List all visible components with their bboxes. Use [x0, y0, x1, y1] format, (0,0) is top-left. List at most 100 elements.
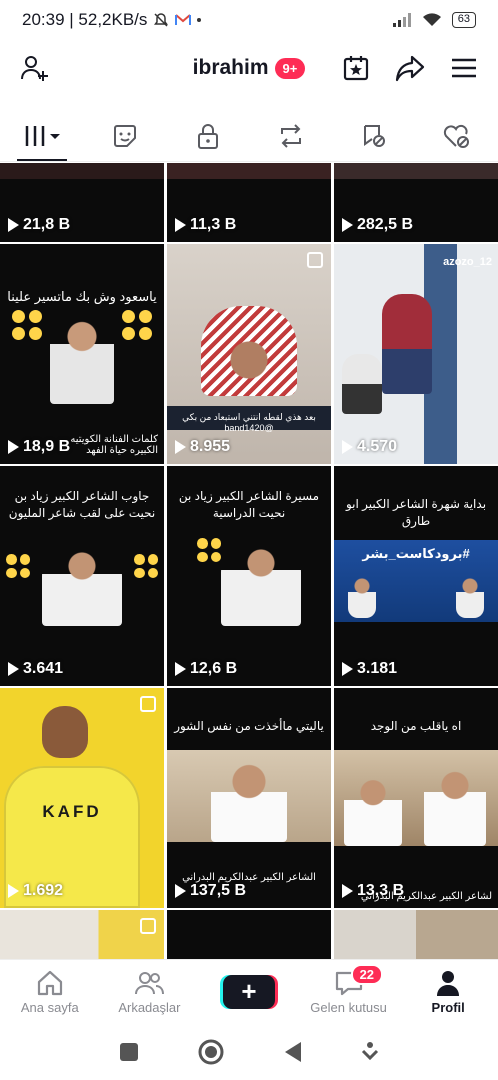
calendar-star-icon [343, 56, 369, 81]
view-count: 11,3 B [175, 216, 236, 234]
stage-lights [12, 310, 42, 340]
video-tile[interactable]: بعد هذي لقطه انتني استبعاد من بكي @band1… [167, 244, 331, 464]
person-figure [348, 578, 376, 618]
video-tile[interactable] [0, 910, 164, 959]
nav-profile[interactable]: Profil [398, 960, 498, 1023]
view-count: 21,8 B [8, 216, 70, 234]
home-icon [37, 970, 62, 995]
video-caption: اه ياقلب من الوجد [370, 719, 462, 733]
repost-icon [280, 123, 301, 148]
person-figure [221, 542, 301, 626]
multi-photo-icon [140, 696, 156, 712]
video-tile[interactable]: 21,8 B [0, 163, 164, 242]
video-tile[interactable]: بداية شهرة الشاعر الكبير ابو طارق #برودك… [334, 466, 498, 686]
grid-icon [25, 125, 60, 146]
video-tile[interactable]: ياسعود وش بك ماتسير علينا كلمات الفنانة … [0, 244, 164, 464]
person-figure [344, 772, 402, 846]
username-tag: azozo_12 [443, 256, 492, 268]
nav-create[interactable]: + [199, 960, 299, 1023]
video-tile[interactable]: اه ياقلب من الوجد لشاعر الكبير عبدالكريم… [334, 688, 498, 908]
play-icon [342, 884, 353, 898]
video-tile[interactable] [167, 910, 331, 959]
video-thumbnail: #برودكاست_بشر [334, 540, 498, 622]
more-dot-icon [197, 18, 202, 22]
person-figure [456, 578, 484, 618]
back-triangle-icon[interactable] [283, 1041, 303, 1063]
mute-icon [154, 13, 169, 27]
tab-videos[interactable] [0, 110, 83, 161]
person-head [42, 706, 88, 758]
view-count: 282,5 B [342, 216, 413, 234]
video-tile[interactable]: مسيرة الشاعر الكبير زياد بن نحيت الدراسي… [167, 466, 331, 686]
view-count: 137,5 B [175, 882, 246, 900]
lock-icon [197, 123, 218, 149]
video-tile[interactable]: KAFD 1.692 [0, 688, 164, 908]
home-circle-icon[interactable] [197, 1038, 225, 1066]
play-icon [8, 218, 19, 232]
video-tile[interactable]: جاوب الشاعر الكبير زياد بن نحيت على لقب … [0, 466, 164, 686]
play-icon [8, 440, 19, 454]
keyboard-down-icon[interactable] [361, 1041, 379, 1063]
stage-lights [6, 554, 30, 578]
play-icon [8, 884, 19, 898]
person-figure [42, 546, 122, 626]
profile-icon [437, 970, 460, 996]
notification-badge[interactable]: 9+ [274, 57, 306, 79]
view-count: 4.570 [342, 438, 397, 456]
play-icon [175, 440, 186, 454]
view-count: 1.692 [8, 882, 63, 900]
heart-hidden-icon [443, 124, 469, 148]
tab-stickers[interactable] [83, 110, 166, 161]
multi-photo-icon [307, 252, 323, 268]
recents-square-icon[interactable] [119, 1042, 139, 1062]
bookmark-hidden-icon [363, 124, 385, 147]
video-tile[interactable] [334, 910, 498, 959]
play-icon [175, 662, 186, 676]
view-count: 3.641 [8, 660, 63, 678]
person-figure [424, 762, 486, 846]
hamburger-menu-icon [452, 58, 476, 78]
nav-home[interactable]: Ana sayfa [0, 960, 100, 1023]
video-bottom-caption: كلمات الفنانة الكويتيه الكبيره حياة الفه… [70, 434, 158, 456]
person-figure [342, 354, 382, 414]
share-arrow-icon [395, 55, 425, 82]
system-navigation [0, 1023, 498, 1080]
play-icon [342, 218, 353, 232]
video-caption: ياسعود وش بك ماتسير علينا [7, 289, 157, 304]
nav-inbox[interactable]: Gelen kutusu 22 [299, 960, 399, 1023]
video-grid: 21,8 B 11,3 B 282,5 B ياسعود وش بك ماتسي… [0, 163, 498, 959]
tab-liked[interactable] [415, 110, 498, 161]
person-figure [201, 306, 297, 396]
nav-friends[interactable]: Arkadaşlar [100, 960, 200, 1023]
tab-private[interactable] [166, 110, 249, 161]
create-button[interactable]: + [222, 974, 275, 1009]
add-friend-button[interactable] [18, 52, 50, 84]
video-tile[interactable]: 282,5 B [334, 163, 498, 242]
stage-lights [197, 538, 221, 562]
menu-button[interactable] [448, 52, 480, 84]
status-bar: 20:39 | 52,2KB/s 63 [0, 0, 498, 40]
video-tile[interactable]: azozo_12 4.570 [334, 244, 498, 464]
play-icon [342, 662, 353, 676]
video-tile[interactable]: ياليتي ماأخذت من نفس الشور الشاعر الكبير… [167, 688, 331, 908]
share-button[interactable] [394, 52, 426, 84]
sticker-icon [113, 124, 136, 147]
calendar-button[interactable] [340, 52, 372, 84]
video-thumbnail [334, 750, 498, 846]
video-tile[interactable]: 11,3 B [167, 163, 331, 242]
video-caption: مسيرة الشاعر الكبير زياد بن نحيت الدراسي… [178, 489, 320, 520]
tab-favorites[interactable] [332, 110, 415, 161]
tab-reposts[interactable] [249, 110, 332, 161]
caption-strip: بعد هذي لقطه انتني استبعاد من بكي @band1… [167, 406, 331, 433]
friends-icon [135, 971, 165, 994]
video-thumbnail [167, 750, 331, 842]
person-figure [211, 758, 287, 842]
bottom-navigation: Ana sayfa Arkadaşlar + Gelen kutusu 22 P… [0, 959, 498, 1023]
status-time: 20:39 | 52,2KB/s [22, 10, 148, 29]
stage-lights [134, 554, 158, 578]
view-count: 18,9 B [8, 438, 70, 456]
person-figure [50, 314, 114, 404]
profile-tabs [0, 110, 498, 162]
profile-header: ibrahim 9+ [0, 40, 498, 96]
play-icon [175, 884, 186, 898]
